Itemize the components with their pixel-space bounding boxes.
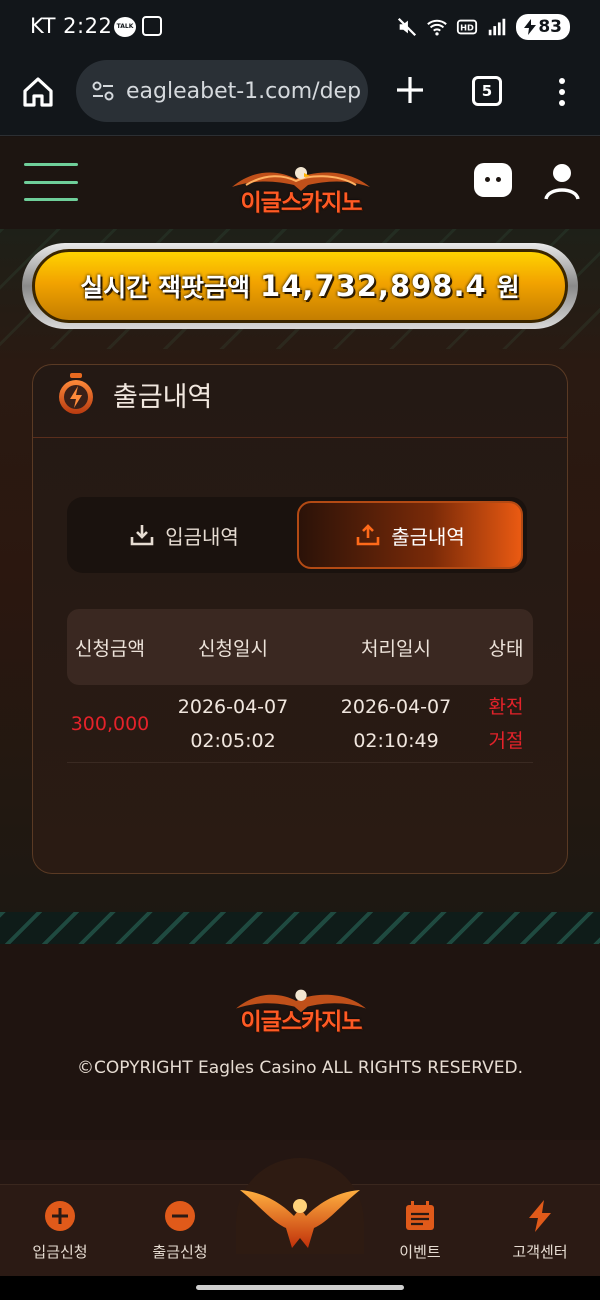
row-request-datetime: 2026-04-07 02:05:02: [153, 690, 313, 758]
hamburger-menu-icon[interactable]: [24, 163, 78, 201]
browser-menu-icon[interactable]: [552, 74, 572, 110]
jackpot-value: 14,732,898.4: [260, 269, 487, 303]
nav-event-label: 이벤트: [399, 1243, 441, 1261]
card-divider: [33, 437, 567, 438]
tab-deposit-history[interactable]: 입금내역: [71, 501, 297, 569]
tab-withdraw-history[interactable]: 출금내역: [297, 501, 523, 569]
row-request-time: 02:05:02: [190, 729, 276, 752]
home-icon[interactable]: [20, 74, 56, 110]
stopwatch-lightning-icon: [59, 373, 93, 414]
row-process-datetime: 2026-04-07 02:10:49: [313, 690, 479, 758]
address-bar[interactable]: eagleabet-1.com/dep: [76, 60, 368, 122]
row-status-line1: 환전: [488, 695, 524, 718]
browser-toolbar: eagleabet-1.com/dep 5: [0, 56, 600, 136]
minus-circle-icon: [165, 1201, 195, 1231]
svg-text:HD: HD: [460, 23, 474, 33]
status-time: KT 2:22: [30, 14, 113, 38]
row-amount: 300,000: [70, 712, 150, 735]
nav-withdraw-label: 출금신청: [152, 1243, 208, 1261]
card-title: 출금내역: [113, 382, 213, 413]
status-bar: KT 2:22 TALK HD 83: [0, 0, 600, 56]
lightning-icon: [529, 1200, 551, 1232]
header-amount: 신청금액: [75, 637, 145, 660]
eagle-home-icon[interactable]: [236, 1172, 364, 1254]
status-icons: HD 83: [396, 14, 570, 40]
kakao-talk-icon: TALK: [114, 17, 136, 37]
battery-indicator: 83: [516, 14, 570, 40]
table-header: 신청금액 신청일시 처리일시 상태: [67, 609, 533, 685]
logo-text: 이글스카지노: [240, 190, 363, 216]
chat-icon[interactable]: [474, 163, 512, 197]
charging-icon: [524, 19, 537, 35]
header-status: 상태: [488, 637, 524, 660]
url-text[interactable]: eagleabet-1.com/dep: [126, 79, 361, 104]
history-tab-toggle: 입금내역 출금내역: [67, 497, 527, 573]
nav-support-label: 고객센터: [512, 1243, 568, 1261]
jackpot-unit: 원: [496, 273, 520, 302]
footer-logo-text: 이글스카지노: [240, 1009, 363, 1035]
plus-circle-icon: [45, 1201, 75, 1231]
site-header: 이글스카지노: [0, 137, 600, 229]
jackpot-label: 실시간 잭팟금액: [80, 273, 251, 302]
row-status-line2: 거절: [488, 729, 524, 752]
tab-switcher-button[interactable]: 5: [472, 76, 502, 106]
nav-withdraw-request[interactable]: 출금신청: [130, 1185, 230, 1277]
header-process-time: 처리일시: [361, 637, 431, 660]
wifi-icon: [427, 19, 448, 36]
screen: KT 2:22 TALK HD 83 eagleabet-1.com/dep 5: [0, 0, 600, 1300]
row-status: 환전 거절: [479, 690, 533, 758]
calendar-icon: [406, 1201, 434, 1230]
new-tab-icon[interactable]: [392, 72, 428, 108]
site-logo[interactable]: 이글스카지노: [226, 161, 376, 217]
copyright-text: ©COPYRIGHT Eagles Casino ALL RIGHTS RESE…: [76, 1058, 524, 1078]
download-icon: [130, 525, 154, 546]
nav-customer-center[interactable]: 고객센터: [490, 1185, 590, 1277]
jackpot-banner: 실시간 잭팟금액 14,732,898.4 원: [22, 243, 578, 329]
row-request-date: 2026-04-07: [177, 695, 289, 718]
battery-level: 83: [538, 17, 562, 37]
tab-withdraw-label: 출금내역: [391, 524, 465, 549]
nav-deposit-request[interactable]: 입금신청: [10, 1185, 110, 1277]
gesture-bar: [0, 1276, 600, 1300]
screenshot-icon: [142, 16, 162, 36]
header-request-time: 신청일시: [198, 637, 268, 660]
site-settings-icon[interactable]: [90, 78, 116, 104]
user-account-icon[interactable]: [544, 161, 580, 201]
upload-icon: [356, 524, 380, 546]
site-footer: 이글스카지노 ©COPYRIGHT Eagles Casino ALL RIGH…: [0, 944, 600, 1140]
withdrawal-history-card: 출금내역 입금내역 출금내역 신청금액 신청일시 처리일시 상태 300,000: [32, 364, 568, 874]
hd-icon: HD: [457, 19, 478, 35]
nav-event[interactable]: 이벤트: [370, 1185, 470, 1277]
footer-logo: 이글스카지노: [228, 984, 374, 1036]
nav-deposit-label: 입금신청: [32, 1243, 88, 1261]
row-process-date: 2026-04-07: [340, 695, 452, 718]
withdrawal-table: 신청금액 신청일시 처리일시 상태 300,000 2026-04-07 02:…: [67, 609, 533, 763]
tab-deposit-label: 입금내역: [165, 524, 239, 549]
mute-icon: [398, 17, 417, 37]
signal-icon: [489, 18, 506, 36]
row-process-time: 02:10:49: [353, 729, 439, 752]
table-row: 300,000 2026-04-07 02:05:02 2026-04-07 0…: [67, 685, 533, 763]
jackpot-inner: 실시간 잭팟금액 14,732,898.4 원: [32, 249, 568, 323]
divider-pattern: [0, 912, 600, 944]
